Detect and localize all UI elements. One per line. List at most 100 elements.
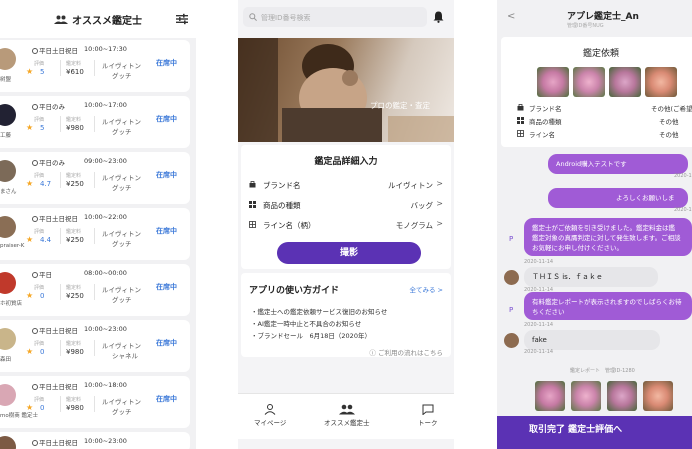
- report-photo[interactable]: [571, 381, 601, 411]
- avatar: [0, 272, 16, 294]
- rating-label: 評価: [34, 229, 45, 235]
- chevron-right-icon: >: [436, 179, 443, 188]
- clock-icon: [32, 216, 38, 222]
- search-input[interactable]: 管理ID番号検索: [243, 7, 427, 27]
- rating-label: 評価: [34, 61, 45, 67]
- star-icon: ★: [26, 291, 34, 300]
- available-days: 平日: [32, 269, 52, 279]
- hero-caption: プロの鑑定・査定: [370, 101, 430, 110]
- brand: グッチ: [112, 72, 132, 80]
- brand: ルイヴィトン: [102, 286, 141, 294]
- avatar: [0, 216, 16, 238]
- report-photo[interactable]: [607, 381, 637, 411]
- appraiser-name: mo樹商 鑑定士: [0, 413, 38, 419]
- tab-mypage[interactable]: マイページ: [254, 404, 286, 427]
- available-time: 10:00~17:30: [84, 45, 127, 53]
- appraisal-price: ¥250: [66, 236, 84, 244]
- appraisal-price: ¥980: [66, 404, 84, 412]
- divider: [60, 340, 61, 356]
- chat-header: < アプレ鑑定士_An 管理ID番号NUG: [497, 0, 692, 34]
- complete-transaction-button[interactable]: 取引完了 鑑定士評価へ: [497, 416, 692, 449]
- pattern-icon: [249, 221, 256, 228]
- usage-guide: アプリの使い方ガイド 全てみる > ・鑑定士への鑑定依頼サービス復旧のお知らせ …: [241, 273, 451, 357]
- message-timestamp: 2020-11: [674, 207, 692, 213]
- brand: ルイヴィトン: [102, 174, 141, 182]
- brand: ルイヴィトン: [102, 398, 141, 406]
- appraiser-card[interactable]: mo樹商 鑑定士 平日土日祝日 10:00~18:00 評価 ★ 0 鑑定料 ¥980 ルイヴィ…: [0, 376, 190, 428]
- appraiser-card-partial[interactable]: 平日土日祝日 10:00~23:00: [0, 432, 190, 449]
- status-badge: 在席中: [156, 59, 177, 67]
- appraisal-request-card: 鑑定依頼 ブランド名 その他(ご希望ブ 商品の種類 その他 ライン名 その他: [501, 37, 692, 147]
- avatar: [0, 328, 16, 350]
- report-photo[interactable]: [535, 381, 565, 411]
- appraiser-card[interactable]: 树盟 平日土日祝日 10:00~17:30 評価 ★ 5 鑑定料 ¥610 ルイヴィトン グッチ 在…: [0, 40, 190, 92]
- status-badge: 在席中: [156, 339, 177, 347]
- item-photo[interactable]: [645, 67, 677, 97]
- chat-message-sent: Android購入テストです: [548, 154, 688, 174]
- available-time: 10:00~17:00: [84, 101, 127, 109]
- appraiser-name: ホ初質店: [0, 301, 23, 307]
- tab-recommended[interactable]: オススメ鑑定士: [324, 404, 370, 427]
- see-all-link[interactable]: 全てみる >: [409, 284, 443, 294]
- avatar: [0, 160, 16, 182]
- available-time: 10:00~23:00: [84, 325, 127, 333]
- star-icon: ★: [26, 123, 34, 132]
- available-days: 平日土日祝日: [32, 381, 78, 391]
- filter-icon[interactable]: [176, 13, 188, 25]
- price-label: 鑑定料: [66, 173, 82, 179]
- available-days: 平日のみ: [32, 101, 65, 111]
- shoot-button[interactable]: 撮影: [277, 242, 421, 264]
- clock-icon: [32, 160, 38, 166]
- appraiser-card[interactable]: まさん 平日のみ 09:00~23:00 評価 ★ 4.7 鑑定料 ¥250 ルイヴィトン グッチ…: [0, 152, 190, 204]
- clock-icon: [32, 272, 38, 278]
- app-screens: オススメ鑑定士 树盟 平日土日祝日 10:00~17:30 評価 ★ 5 鑑定料 ¥610 ルイ…: [0, 0, 692, 449]
- avatar: [504, 270, 519, 285]
- appraiser-card[interactable]: 森田 平日土日祝日 10:00~23:00 評価 ★ 0 鑑定料 ¥980 ルイヴィトン シャネル…: [0, 320, 190, 372]
- rating-value: 5: [40, 68, 45, 76]
- price-label: 鑑定料: [66, 397, 82, 403]
- chevron-right-icon: >: [436, 199, 443, 208]
- clock-icon: [32, 104, 38, 110]
- report-photo[interactable]: [643, 381, 673, 411]
- bell-icon[interactable]: [433, 11, 444, 23]
- item-photo[interactable]: [609, 67, 641, 97]
- star-icon: ★: [26, 347, 34, 356]
- message-timestamp: 2020-11-14: [524, 349, 554, 355]
- price-label: 鑑定料: [66, 61, 82, 67]
- chat-message-received: ＴＨＩＳ is．ｆａｋｅ: [524, 267, 658, 287]
- status-badge: 在席中: [156, 283, 177, 291]
- appraiser-card[interactable]: ホ初質店 平日 08:00~00:00 評価 ★ 0 鑑定料 ¥250 ルイヴィトン グッチ 在席中: [0, 264, 190, 316]
- brand: ルイヴィトン: [102, 230, 141, 238]
- divider: [94, 396, 95, 412]
- divider: [94, 60, 95, 76]
- item-type-row[interactable]: 商品の種類 バッグ >: [249, 199, 443, 217]
- appraisal-price: ¥980: [66, 348, 84, 356]
- divider: [60, 172, 61, 188]
- news-item[interactable]: ・ブランドセール 6月18日（2020年）: [251, 330, 371, 340]
- line-name-row[interactable]: ライン名（柄） モノグラム >: [249, 219, 443, 237]
- chat-message-received: 有料鑑定レポートが表示されますのでしばらくお待 ちください: [524, 292, 692, 320]
- hero-banner[interactable]: プロの鑑定・査定: [238, 38, 454, 142]
- brand: シャネル: [112, 352, 138, 360]
- back-icon[interactable]: <: [507, 11, 515, 22]
- usage-flow-link[interactable]: ⓘ ご利用の流れはこちら: [369, 347, 443, 357]
- page-title: オススメ鑑定士: [72, 15, 142, 27]
- rating-value: 4.4: [40, 236, 52, 244]
- divider: [60, 60, 61, 76]
- appraiser-card[interactable]: 工藤 平日のみ 10:00~17:00 評価 ★ 5 鑑定料 ¥980 ルイヴィトン グッチ 在席中: [0, 96, 190, 148]
- grid-icon: [249, 201, 256, 208]
- people-icon: [54, 15, 68, 24]
- avatar: [0, 384, 16, 406]
- tab-talk[interactable]: トーク: [418, 404, 438, 427]
- chat-message-received: fake: [524, 330, 660, 350]
- bottom-tab-bar: マイページ オススメ鑑定士 トーク: [238, 393, 454, 439]
- news-item[interactable]: ・AI鑑定一時中止と不具合のお知らせ: [251, 318, 361, 328]
- appraiser-card[interactable]: praiser-K 平日土日祝日 10:00~22:00 評価 ★ 4.4 鑑定料 ¥250 ル…: [0, 208, 190, 260]
- item-photo[interactable]: [537, 67, 569, 97]
- star-icon: ★: [26, 235, 34, 244]
- divider: [94, 116, 95, 132]
- brand-row[interactable]: ブランド名 ルイヴィトン >: [249, 179, 443, 197]
- news-item[interactable]: ・鑑定士への鑑定依頼サービス復旧のお知らせ: [251, 306, 387, 316]
- available-days: 平日のみ: [32, 157, 65, 167]
- item-photo[interactable]: [573, 67, 605, 97]
